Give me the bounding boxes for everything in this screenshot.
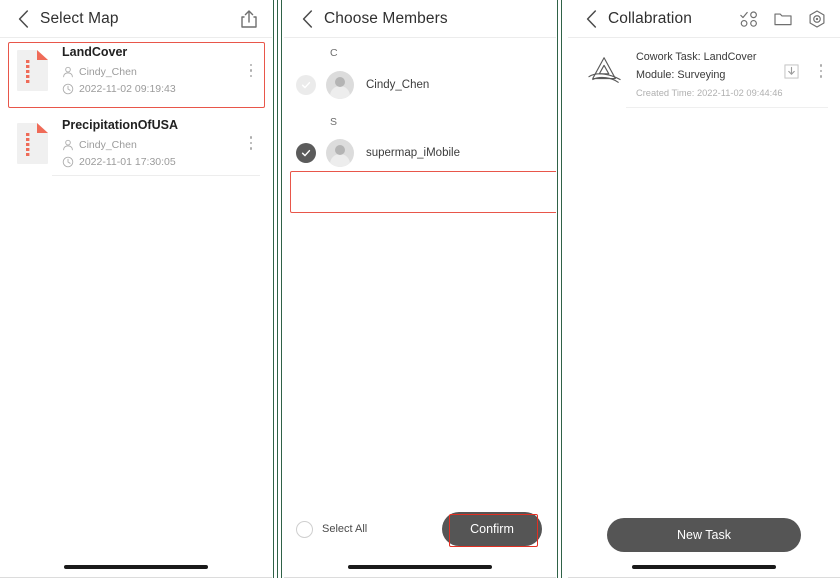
table-row[interactable]: LandCover Cindy_Chen 2022-11-02 09:19:43 [0,38,272,103]
member-name: Cindy_Chen [366,78,430,91]
home-indicator [348,565,492,569]
folder-button[interactable] [772,8,794,30]
task-module: Module: Surveying [636,69,726,82]
confirm-button[interactable]: Confirm [442,512,542,546]
header-actions [738,8,828,30]
clock-icon [62,156,74,167]
choose-members-footer: Select All Confirm [284,508,556,550]
section-letter: C [330,47,338,59]
share-icon [241,10,257,28]
select-all-label: Select All [322,523,368,535]
task-menu-button[interactable] [812,58,830,84]
section-letter: S [330,115,338,128]
panel-divider-1 [272,0,284,578]
panel-collaboration: Collabration Cowork Task: LandCover Modu… [568,0,840,578]
task-title: Cowork Task: LandCover [636,51,757,63]
choose-members-header: Choose Members [284,0,556,38]
select-all-checkbox[interactable] [296,520,313,538]
member-checkbox[interactable] [296,74,316,95]
back-button[interactable] [296,8,318,30]
list-item[interactable]: Cindy_Chen [284,63,556,107]
chevron-left-icon [586,10,596,28]
map-owner: Cindy_Chen [62,66,236,78]
person-icon [63,66,73,78]
select-all-control[interactable]: Select All [296,520,368,538]
member-checkbox[interactable] [296,143,316,163]
members-list: C Cindy_Chen S supermap_iMobile [284,38,556,213]
back-button[interactable] [580,8,602,30]
map-name: PrecipitationOfUSA [62,117,178,132]
header-actions [238,8,260,30]
more-vertical-icon [249,63,253,67]
task-grid-icon [740,11,757,27]
check-icon [301,149,311,157]
list-item[interactable]: supermap_iMobile [284,131,556,175]
zip-file-icon [14,47,52,93]
new-task-button-label: New Task [677,528,731,542]
task-list: Cowork Task: LandCover Module: Surveying… [568,38,840,108]
home-indicator [632,565,776,569]
task-grid-button[interactable] [738,8,760,30]
map-time: 2022-11-02 09:19:43 [62,83,236,95]
panel-divider-2 [556,0,568,578]
chevron-left-icon [302,10,312,28]
page-title: Choose Members [324,10,448,27]
task-created-time: Created Time: 2022-11-02 09:44:46 [636,87,783,98]
row-divider [52,174,260,176]
hex-settings-icon [809,10,825,28]
folder-icon [774,13,792,26]
download-icon [783,63,799,79]
map-owner-label: Cindy_Chen [79,65,137,78]
zip-file-icon [14,120,52,166]
map-time-label: 2022-11-01 17:30:05 [79,155,176,168]
selection-highlight-supermap [290,171,556,213]
hex-settings-button[interactable] [806,8,828,30]
avatar [326,70,354,99]
check-icon [301,81,311,88]
back-button[interactable] [12,8,34,30]
member-name: supermap_iMobile [366,147,460,159]
avatar [326,139,354,167]
panel-choose-members: Choose Members C Cindy_Chen S supermap_i… [284,0,556,578]
map-info: PrecipitationOfUSA Cindy_Chen 2022-11-01… [62,117,236,168]
confirm-button-label: Confirm [470,522,514,536]
mountain-logo-icon [586,52,624,90]
new-task-button[interactable]: New Task [607,518,801,552]
task-info: Cowork Task: LandCover Module: Surveying… [636,50,783,98]
page-title: Select Map [40,10,119,27]
list-item[interactable]: Cowork Task: LandCover Module: Surveying… [568,38,840,108]
select-map-header: Select Map [0,0,272,38]
three-panel-screenshot: Select Map LandCover Cindy_Chen 2022-11-… [0,0,840,578]
share-button[interactable] [238,8,260,30]
collaboration-header: Collabration [568,0,840,38]
download-button[interactable] [780,60,802,82]
panel-select-map: Select Map LandCover Cindy_Chen 2022-11-… [0,0,272,578]
task-actions [780,50,830,84]
person-icon [63,139,73,150]
map-info: LandCover Cindy_Chen 2022-11-02 09:19:43 [62,45,236,95]
more-vertical-icon [249,136,253,139]
table-row[interactable]: PrecipitationOfUSA Cindy_Chen 2022-11-01… [0,111,272,176]
map-owner: Cindy_Chen [62,139,236,151]
map-owner-label: Cindy_Chen [79,138,137,151]
row-menu-button[interactable] [242,130,260,156]
chevron-left-icon [18,10,28,28]
row-divider [626,106,828,108]
home-indicator [64,565,208,569]
page-title: Collabration [608,10,692,27]
map-time-label: 2022-11-02 09:19:43 [79,82,176,95]
more-vertical-icon [819,64,823,67]
row-menu-button[interactable] [242,57,260,83]
clock-icon [62,83,74,95]
collaboration-footer: New Task [568,518,840,552]
map-time: 2022-11-01 17:30:05 [62,156,236,168]
map-name: LandCover [62,45,128,59]
map-list: LandCover Cindy_Chen 2022-11-02 09:19:43… [0,38,272,176]
